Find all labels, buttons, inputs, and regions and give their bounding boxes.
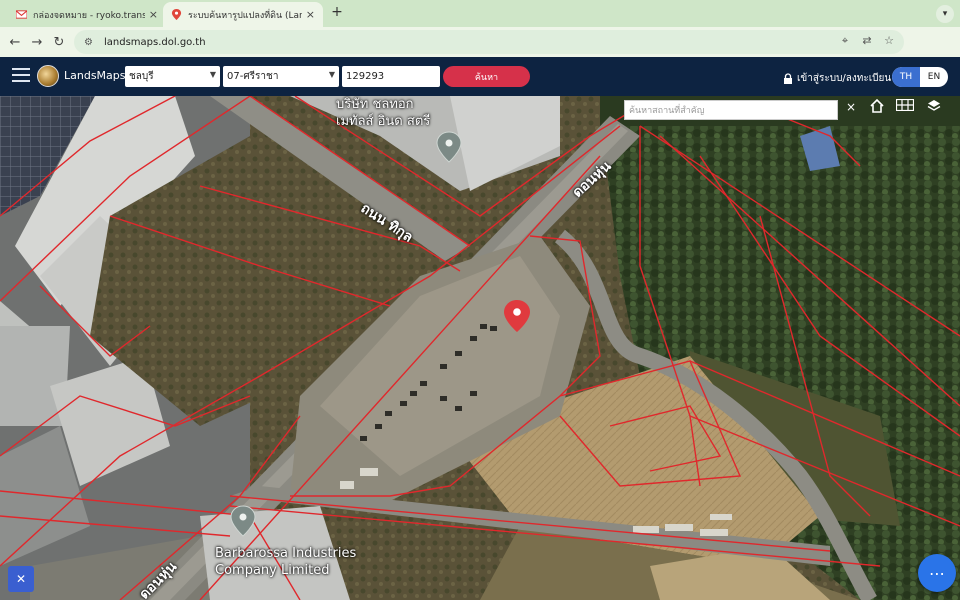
parcel-number-value: 129293	[346, 71, 385, 82]
province-select[interactable]: ชลบุรี ▼	[125, 66, 220, 87]
hamburger-menu-icon[interactable]	[12, 68, 30, 82]
brand-name: LandsMaps	[64, 69, 126, 82]
close-tab-icon[interactable]: ×	[306, 8, 315, 21]
lang-th-button[interactable]: TH	[892, 67, 920, 87]
measure-tool-icon[interactable]: ✕	[8, 566, 34, 592]
tab-search-button[interactable]: ▾	[936, 5, 954, 23]
browser-tab-strip: กล่องจดหมาย - ryoko.transport × ระบบค้นห…	[0, 0, 960, 27]
map-pin-icon	[171, 9, 182, 20]
clear-search-icon[interactable]: ×	[843, 100, 859, 120]
dol-logo	[37, 65, 59, 87]
company-top-line-2: เมทัลส์ อินด สตรี	[336, 114, 431, 129]
province-value: ชลบุรี	[129, 71, 154, 82]
gmail-icon	[16, 10, 27, 19]
bookmark-star-icon[interactable]: ☆	[882, 34, 896, 48]
chevron-down-icon: ▼	[209, 70, 216, 79]
tab-title: ระบบค้นหารูปแปลงที่ดิน (LandsMaps)	[188, 10, 302, 21]
map-view[interactable]: บริษัท ชลทอก เมทัลส์ อินด สตรี ถนน ทิกุล…	[0, 96, 960, 600]
reload-icon[interactable]: ↻	[48, 35, 70, 50]
tab-title: กล่องจดหมาย - ryoko.transport	[33, 10, 145, 21]
url-text: landsmaps.dol.go.th	[104, 36, 206, 48]
parcel-number-input[interactable]: 129293	[342, 66, 440, 87]
new-tab-button[interactable]: +	[328, 4, 346, 20]
company-top-line-1: บริษัท ชลทอก	[336, 97, 414, 112]
tab-gmail[interactable]: กล่องจดหมาย - ryoko.transport ×	[8, 2, 166, 27]
chevron-down-icon: ▼	[328, 70, 335, 79]
tab-landsmaps[interactable]: ระบบค้นหารูปแปลงที่ดิน (LandsMaps) ×	[163, 2, 323, 27]
place-search-placeholder: ค้นหาสถานที่สำคัญ	[629, 106, 705, 116]
grid-icon[interactable]	[896, 99, 918, 121]
district-select[interactable]: 07-ศรีราชา ▼	[223, 66, 339, 87]
app-header: LandsMaps ชลบุรี ▼ 07-ศรีราชา ▼ 129293 ค…	[0, 57, 960, 96]
lock-icon	[784, 73, 792, 84]
company-bottom-line-2: Company Limited	[215, 563, 330, 578]
address-bar[interactable]: ⚙ landsmaps.dol.go.th ⌖ ⇄ ☆	[74, 30, 904, 54]
map-label-company-top: บริษัท ชลทอก เมทัลส์ อินด สตรี	[336, 96, 430, 130]
language-toggle[interactable]: TH EN	[892, 67, 948, 87]
home-icon[interactable]	[870, 99, 892, 121]
district-value: 07-ศรีราชา	[227, 71, 279, 82]
close-tab-icon[interactable]: ×	[149, 8, 158, 21]
browser-toolbar: ← → ↻ ⚙ landsmaps.dol.go.th ⌖ ⇄ ☆ R ⋮	[0, 27, 960, 76]
lang-en-button[interactable]: EN	[920, 67, 948, 87]
satellite-imagery	[0, 96, 960, 600]
location-off-icon[interactable]: ⌖	[838, 34, 852, 48]
translate-icon[interactable]: ⇄	[860, 34, 874, 48]
more-options-button[interactable]: ⋯	[918, 554, 956, 592]
layers-icon[interactable]	[927, 99, 949, 121]
place-search-input[interactable]: ค้นหาสถานที่สำคัญ	[624, 100, 838, 120]
chevron-down-icon: ▾	[942, 9, 948, 19]
login-label: เข้าสู่ระบบ/ลงทะเบียน	[797, 73, 892, 84]
map-label-company-bottom: Barbarossa Industries Company Limited	[215, 545, 356, 579]
back-arrow-icon[interactable]: ←	[4, 35, 26, 50]
search-button[interactable]: ค้นหา	[443, 66, 530, 87]
address-bar-actions: ⌖ ⇄ ☆	[838, 34, 896, 48]
forward-arrow-icon[interactable]: →	[26, 35, 48, 50]
company-bottom-line-1: Barbarossa Industries	[215, 546, 357, 561]
login-link[interactable]: เข้าสู่ระบบ/ลงทะเบียน	[783, 71, 891, 86]
site-info-icon[interactable]: ⚙	[84, 37, 98, 48]
